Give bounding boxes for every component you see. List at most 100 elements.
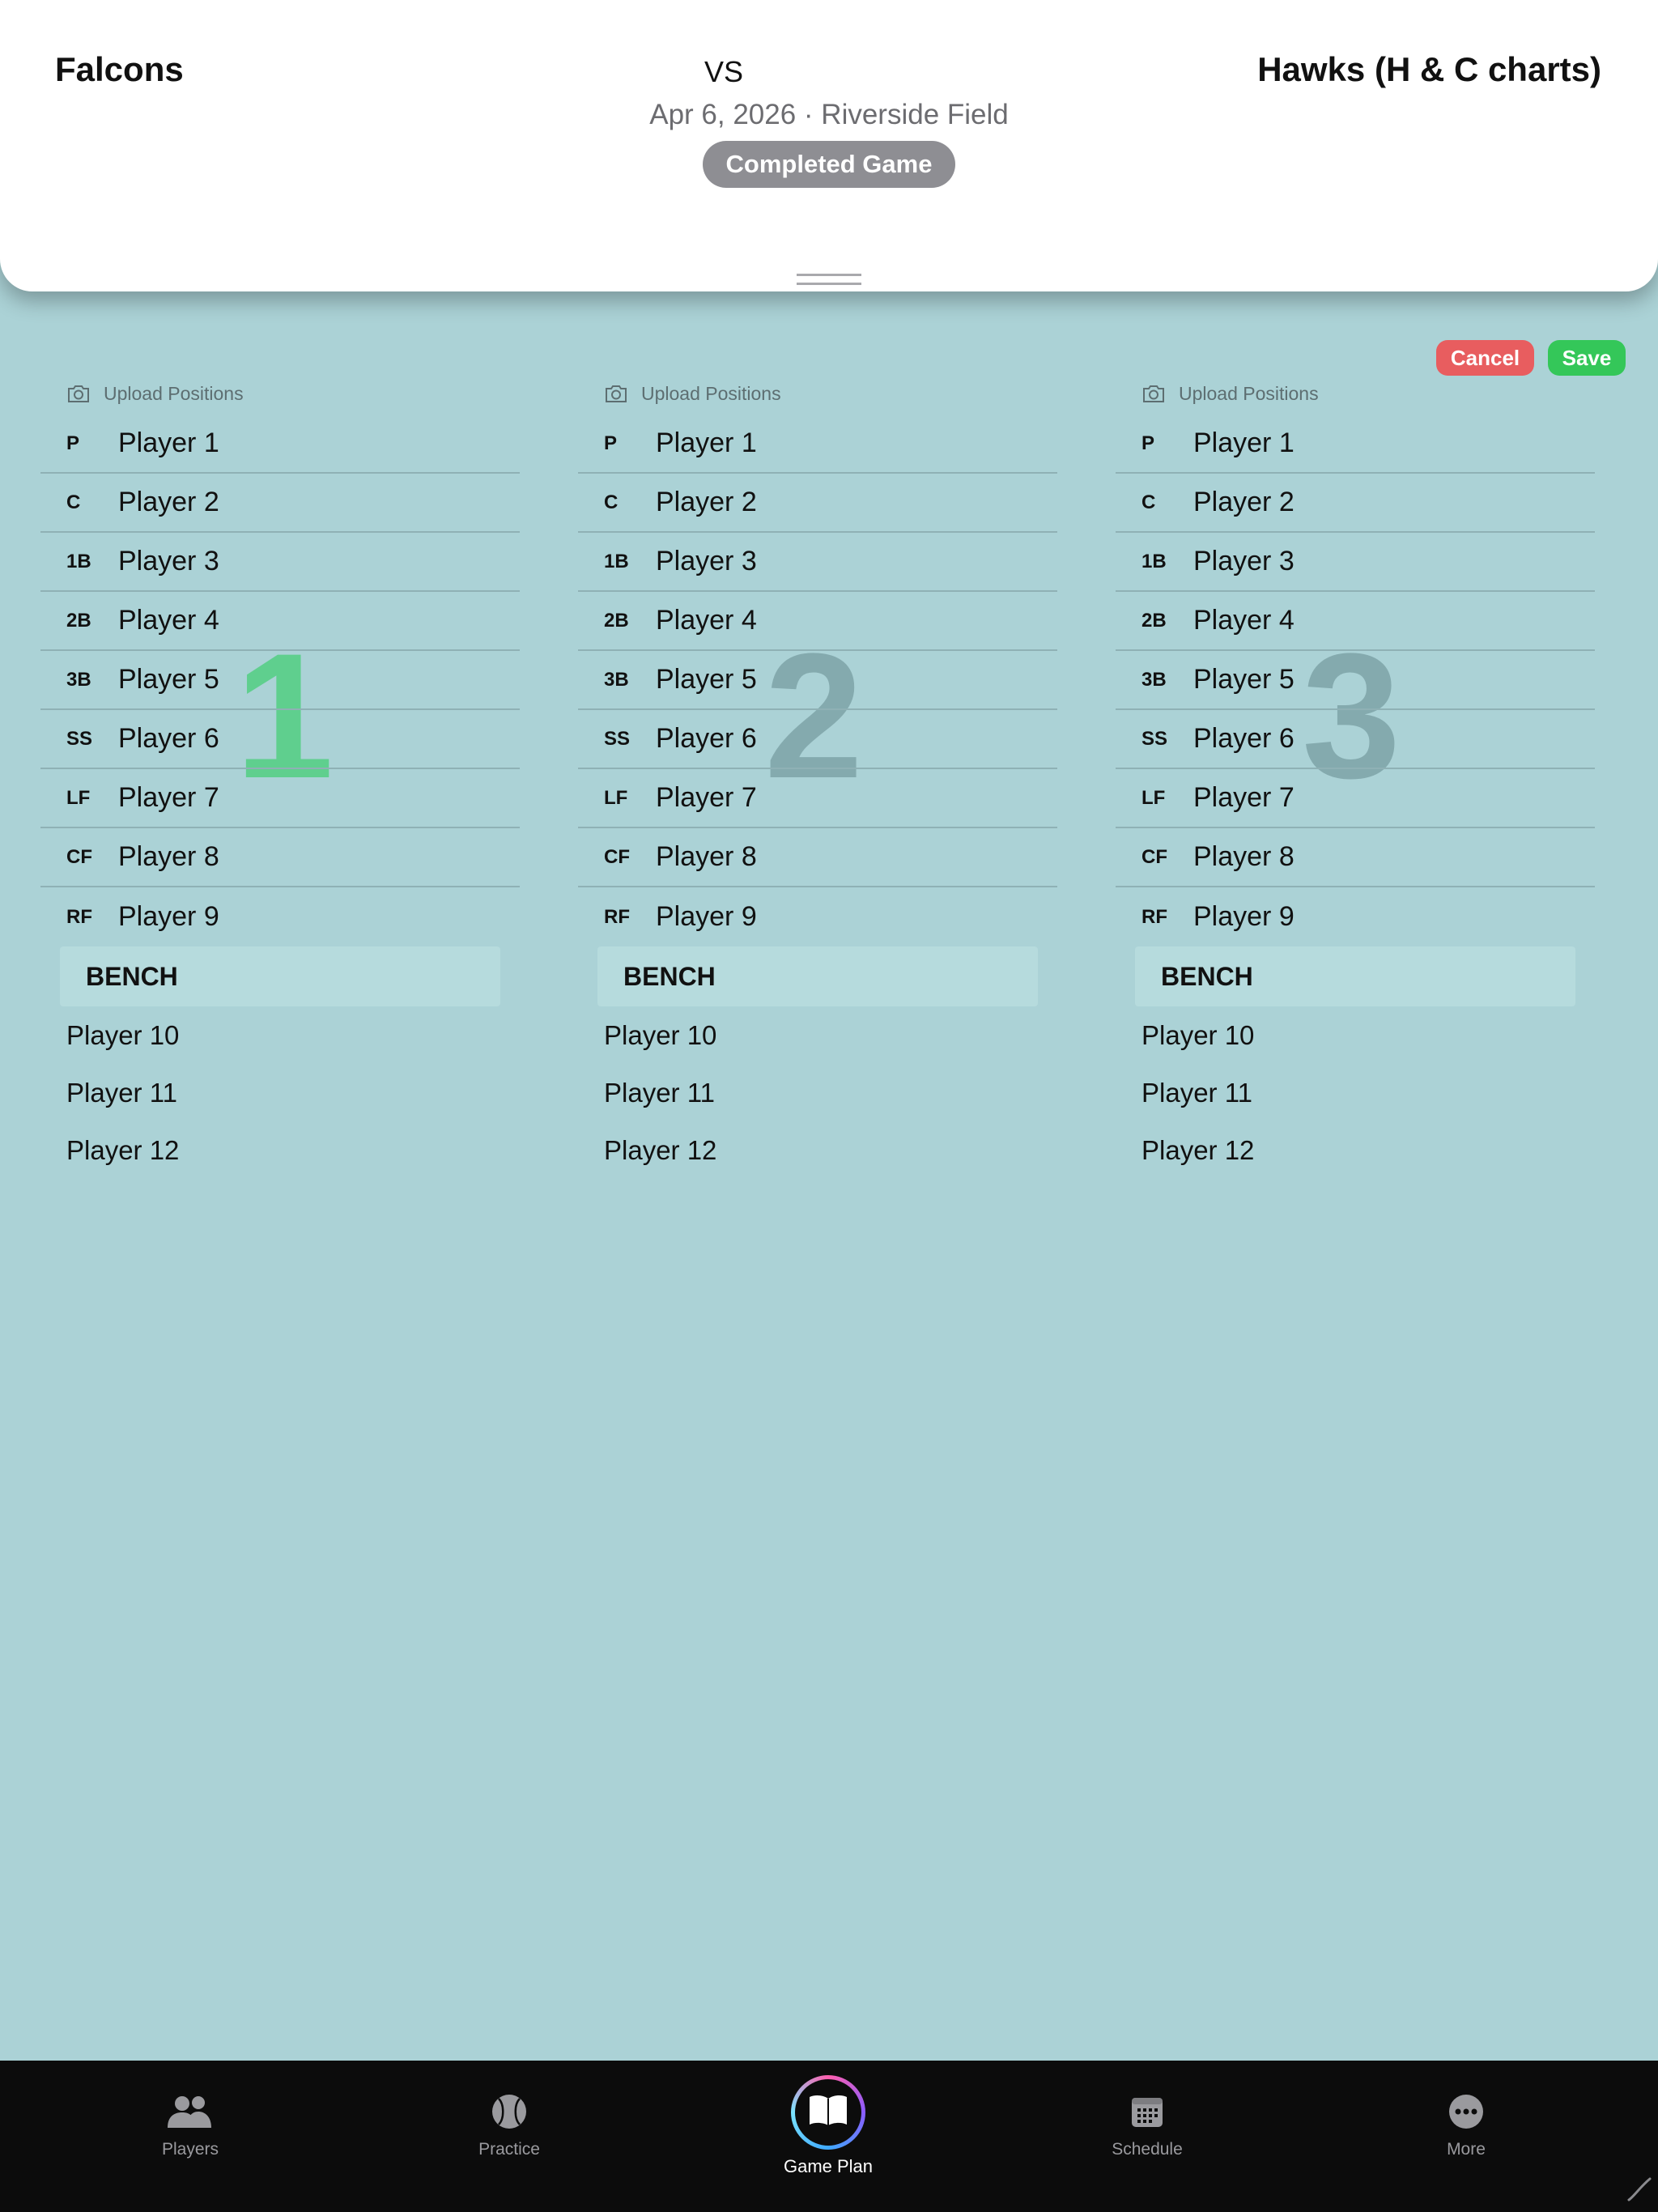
tab-players[interactable]: Players [101, 2061, 279, 2212]
position-code: 2B [604, 609, 629, 632]
position-player-name: Player 4 [1193, 605, 1295, 636]
save-button[interactable]: Save [1548, 340, 1626, 376]
position-code: 2B [66, 609, 91, 632]
inning-column-2: Upload Positions 2 P Player 1 C Player 2 1B Pla… [578, 377, 1057, 1179]
sheet-grabber-handle[interactable] [797, 274, 861, 285]
position-row[interactable]: 2B Player 4 [578, 592, 1057, 651]
position-player-name: Player 6 [656, 723, 757, 754]
position-row[interactable]: RF Player 9 [578, 887, 1057, 946]
position-row[interactable]: CF Player 8 [578, 828, 1057, 887]
position-row[interactable]: CF Player 8 [40, 828, 520, 887]
baseball-icon [491, 2091, 528, 2132]
active-tab-ring [791, 2075, 865, 2150]
tab-label: Practice [478, 2140, 540, 2159]
position-player-name: Player 5 [1193, 664, 1295, 695]
camera-icon [604, 384, 628, 403]
position-row[interactable]: 3B Player 5 [1116, 651, 1595, 710]
position-code: SS [66, 727, 93, 750]
position-code: RF [1141, 905, 1167, 928]
position-row[interactable]: 1B Player 3 [578, 533, 1057, 592]
bench-player[interactable]: Player 12 [1116, 1121, 1595, 1179]
position-list: 3 P Player 1 C Player 2 1B Player 3 2B Player 43… [1116, 415, 1595, 946]
bench-player[interactable]: Player 10 [578, 1006, 1057, 1064]
status-badge: Completed Game [703, 141, 955, 188]
position-code: 3B [604, 668, 629, 691]
tab-schedule[interactable]: Schedule [1058, 2061, 1236, 2212]
position-row[interactable]: LF Player 7 [1116, 769, 1595, 828]
position-player-name: Player 3 [656, 546, 757, 576]
position-player-name: Player 8 [118, 841, 219, 872]
bench-player[interactable]: Player 12 [40, 1121, 520, 1179]
tab-game-plan[interactable]: Game Plan [739, 2061, 917, 2212]
more-icon [1448, 2091, 1485, 2132]
upload-positions-button[interactable]: Upload Positions [1141, 377, 1595, 410]
calendar-icon [1130, 2091, 1164, 2132]
position-row[interactable]: RF Player 9 [1116, 887, 1595, 946]
position-player-name: Player 3 [118, 546, 219, 576]
upload-positions-button[interactable]: Upload Positions [604, 377, 1057, 410]
position-code: 1B [66, 550, 91, 572]
position-row[interactable]: SS Player 6 [578, 710, 1057, 769]
position-player-name: Player 4 [656, 605, 757, 636]
position-row[interactable]: P Player 1 [40, 415, 520, 474]
cancel-button[interactable]: Cancel [1436, 340, 1534, 376]
position-row[interactable]: P Player 1 [1116, 415, 1595, 474]
position-code: C [1141, 491, 1156, 513]
position-row[interactable]: C Player 2 [578, 474, 1057, 533]
position-row[interactable]: 1B Player 3 [40, 533, 520, 592]
position-row[interactable]: RF Player 9 [40, 887, 520, 946]
tab-more[interactable]: More [1377, 2061, 1555, 2212]
game-date-location: Apr 6, 2026 · Riverside Field [649, 99, 1009, 130]
position-row[interactable]: P Player 1 [578, 415, 1057, 474]
position-code: LF [604, 786, 628, 809]
bench-player[interactable]: Player 11 [578, 1064, 1057, 1121]
position-row[interactable]: C Player 2 [40, 474, 520, 533]
position-row[interactable]: CF Player 8 [1116, 828, 1595, 887]
position-player-name: Player 2 [1193, 487, 1295, 517]
position-row[interactable]: 3B Player 5 [578, 651, 1057, 710]
position-player-name: Player 2 [118, 487, 219, 517]
position-list: 1 P Player 1 C Player 2 1B Player 3 2B Player 43… [40, 415, 520, 946]
position-row[interactable]: SS Player 6 [1116, 710, 1595, 769]
position-code: 1B [1141, 550, 1167, 572]
position-row[interactable]: C Player 2 [1116, 474, 1595, 533]
upload-positions-label: Upload Positions [104, 382, 244, 404]
position-row[interactable]: 2B Player 4 [1116, 592, 1595, 651]
bench-player[interactable]: Player 10 [1116, 1006, 1595, 1064]
position-code: RF [66, 905, 92, 928]
app-root: Falcons VS Hawks (H & C charts) Apr 6, 2… [0, 0, 1658, 2212]
inning-column-1: Upload Positions 1 P Player 1 C Player 2 1B Pla… [40, 377, 520, 1179]
bench-player[interactable]: Player 12 [578, 1121, 1057, 1179]
position-code: 1B [604, 550, 629, 572]
bench-player[interactable]: Player 11 [1116, 1064, 1595, 1121]
position-code: C [66, 491, 81, 513]
bench-player[interactable]: Player 10 [40, 1006, 520, 1064]
position-code: 3B [1141, 668, 1167, 691]
position-code: 3B [66, 668, 91, 691]
position-code: CF [1141, 845, 1167, 868]
position-row[interactable]: 2B Player 4 [40, 592, 520, 651]
position-code: P [1141, 432, 1155, 454]
position-row[interactable]: 1B Player 3 [1116, 533, 1595, 592]
tab-practice[interactable]: Practice [420, 2061, 598, 2212]
upload-positions-label: Upload Positions [641, 382, 781, 404]
position-player-name: Player 7 [656, 782, 757, 813]
home-team-name: Falcons [55, 50, 184, 88]
position-code: C [604, 491, 619, 513]
position-row[interactable]: LF Player 7 [40, 769, 520, 828]
pencil-scribble-icon [1626, 2176, 1653, 2207]
position-row[interactable]: 3B Player 5 [40, 651, 520, 710]
bench-header: BENCH [1135, 946, 1575, 1006]
upload-positions-label: Upload Positions [1179, 382, 1319, 404]
vs-label: VS [704, 55, 744, 88]
position-code: RF [604, 905, 630, 928]
position-row[interactable]: SS Player 6 [40, 710, 520, 769]
position-player-name: Player 1 [656, 428, 757, 458]
camera-icon [66, 384, 91, 403]
upload-positions-button[interactable]: Upload Positions [66, 377, 520, 410]
position-code: P [604, 432, 618, 454]
bench-player[interactable]: Player 11 [40, 1064, 520, 1121]
position-row[interactable]: LF Player 7 [578, 769, 1057, 828]
tab-label: More [1447, 2140, 1486, 2159]
position-player-name: Player 9 [118, 901, 219, 932]
